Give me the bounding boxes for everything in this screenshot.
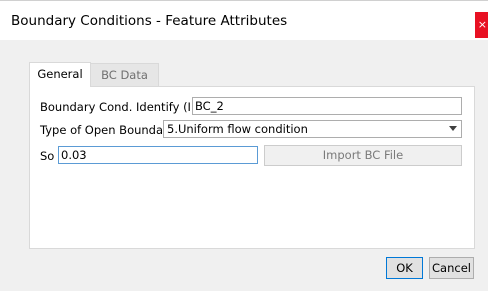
close-button[interactable]: × <box>475 12 488 38</box>
boundary-type-select[interactable]: 5.Uniform flow condition <box>163 120 462 138</box>
close-icon: × <box>477 18 487 31</box>
cancel-button[interactable]: Cancel <box>429 257 474 279</box>
boundary-type-value: 5.Uniform flow condition <box>167 122 308 136</box>
ok-button[interactable]: OK <box>386 257 423 279</box>
id-field[interactable]: BC_2 <box>192 97 462 115</box>
so-field[interactable]: 0.03 <box>58 146 258 164</box>
title-bar: Boundary Conditions - Feature Attributes… <box>0 0 488 40</box>
window-top-border <box>0 0 488 1</box>
tab-bc-data[interactable]: BC Data <box>91 63 159 87</box>
tab-general[interactable]: General <box>29 62 91 87</box>
chevron-down-icon <box>449 126 457 131</box>
boundary-type-label: Type of Open Boundary <box>40 123 175 137</box>
window-title: Boundary Conditions - Feature Attributes <box>11 13 288 29</box>
id-label: Boundary Cond. Identify (ID) <box>40 100 205 114</box>
import-bc-file-button[interactable]: Import BC File <box>264 145 462 166</box>
so-label: So <box>40 149 55 163</box>
